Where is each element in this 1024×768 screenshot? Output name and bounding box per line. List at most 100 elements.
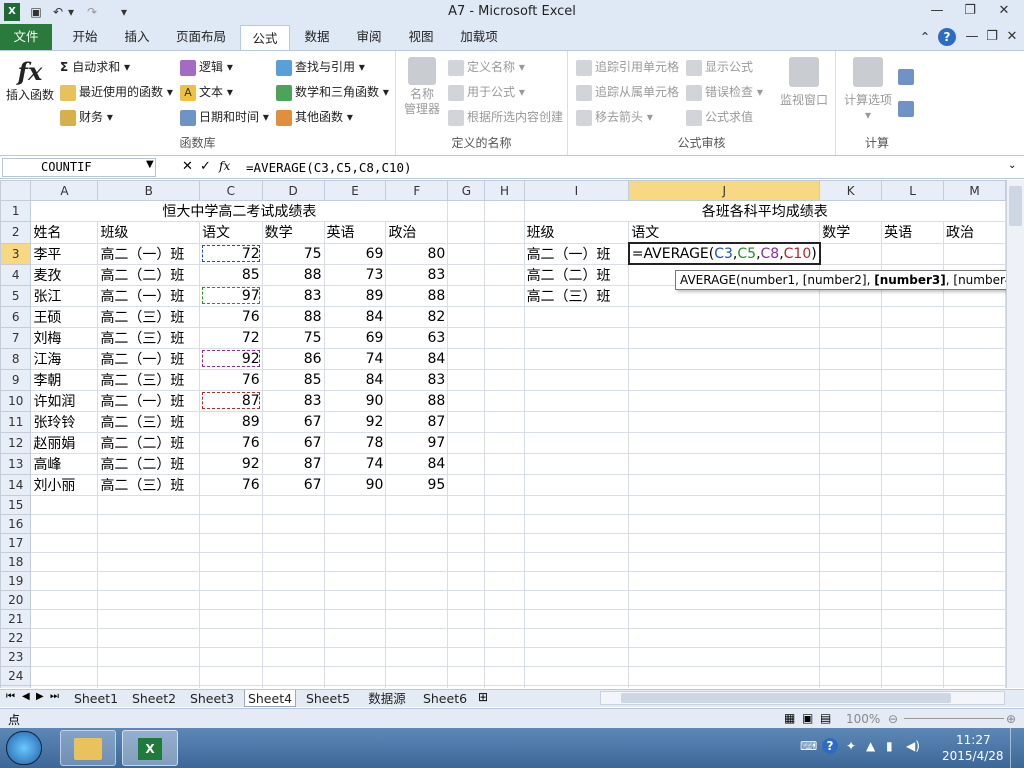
cell-l8[interactable]	[881, 347, 944, 370]
column-header-h[interactable]: H	[484, 180, 525, 201]
cell-f17[interactable]	[385, 532, 449, 553]
row-header-6[interactable]: 6	[0, 305, 32, 328]
score-cell[interactable]: 69	[323, 326, 387, 349]
cell-g4[interactable]	[447, 263, 486, 286]
cell-k23[interactable]	[819, 646, 883, 667]
cell-b25[interactable]	[97, 684, 201, 688]
cell-m6[interactable]	[943, 305, 1006, 328]
cell-m24[interactable]	[943, 665, 1006, 686]
sheet-tab-6[interactable]: 数据源	[360, 690, 414, 707]
score-cell[interactable]: 97	[199, 284, 263, 307]
cell-f24[interactable]	[385, 665, 449, 686]
cell-h1[interactable]	[484, 200, 525, 222]
cell-g10[interactable]	[447, 389, 486, 412]
tab-insert[interactable]: 插入	[114, 24, 160, 50]
student-name[interactable]: 张玲铃	[30, 410, 99, 433]
cell-c21[interactable]	[199, 608, 263, 629]
cell-l21[interactable]	[881, 608, 944, 629]
cell-g8[interactable]	[447, 347, 486, 370]
cell-h15[interactable]	[484, 494, 525, 515]
collapse-ribbon-icon[interactable]: ⌃	[918, 24, 932, 50]
vertical-scroll-thumb[interactable]	[1009, 186, 1022, 226]
cell-j17[interactable]	[628, 532, 821, 553]
cell-k14[interactable]	[819, 473, 883, 496]
cell-f15[interactable]	[385, 494, 449, 515]
cell-a15[interactable]	[30, 494, 99, 515]
score-cell[interactable]: 88	[385, 284, 449, 307]
student-class[interactable]: 高二（三）班	[97, 410, 201, 433]
score-cell[interactable]: 83	[385, 263, 449, 286]
excel-taskbar-button[interactable]: X	[122, 730, 178, 766]
cell-d21[interactable]	[261, 608, 325, 629]
insert-sheet-icon[interactable]: ⊞	[478, 690, 488, 704]
row-header-24[interactable]: 24	[0, 665, 32, 686]
insert-function-button[interactable]: fx 插入函数	[4, 57, 56, 103]
cell-m16[interactable]	[943, 513, 1006, 534]
score-cell[interactable]: 84	[323, 305, 387, 328]
cell-g13[interactable]	[447, 452, 486, 475]
student-class[interactable]: 高二（二）班	[97, 431, 201, 454]
cell-m13[interactable]	[943, 452, 1006, 475]
page-break-view-icon[interactable]: ▤	[820, 711, 831, 725]
cell-m20[interactable]	[943, 589, 1006, 610]
score-cell[interactable]: 76	[199, 431, 263, 454]
student-class[interactable]: 高二（一）班	[97, 347, 201, 370]
zoom-out-icon[interactable]: ⊖	[888, 712, 898, 726]
cell-c24[interactable]	[199, 665, 263, 686]
remove-arrows-button[interactable]: 移去箭头 ▾	[576, 106, 653, 128]
prev-sheet-icon[interactable]: ◀	[22, 691, 30, 702]
cell-b24[interactable]	[97, 665, 201, 686]
student-class[interactable]: 高二（三）班	[97, 305, 201, 328]
cell-k3[interactable]	[819, 242, 883, 265]
cell-m15[interactable]	[943, 494, 1006, 515]
cell-h2[interactable]	[484, 221, 525, 244]
cell-g21[interactable]	[447, 608, 486, 629]
cell-i15[interactable]	[523, 494, 630, 515]
score-cell[interactable]: 89	[323, 284, 387, 307]
score-cell[interactable]: 89	[199, 410, 263, 433]
cell-i23[interactable]	[523, 646, 630, 667]
cell-h10[interactable]	[484, 389, 525, 412]
score-cell[interactable]: 76	[199, 305, 263, 328]
cell-i19[interactable]	[523, 570, 630, 591]
cell-m9[interactable]	[943, 368, 1006, 391]
student-name[interactable]: 李平	[30, 242, 99, 265]
score-cell[interactable]: 88	[261, 263, 325, 286]
financial-button[interactable]: 财务 ▾	[60, 106, 113, 128]
cell-l17[interactable]	[881, 532, 944, 553]
row-header-20[interactable]: 20	[0, 589, 32, 610]
cell-j11[interactable]	[628, 410, 821, 433]
cell-j6[interactable]	[628, 305, 821, 328]
cell-h16[interactable]	[484, 513, 525, 534]
trace-precedents-button[interactable]: 追踪引用单元格	[576, 56, 679, 78]
minimize-button[interactable]: —	[925, 2, 949, 20]
score-cell[interactable]: 90	[323, 389, 387, 412]
score-cell[interactable]: 86	[261, 347, 325, 370]
cell-f18[interactable]	[385, 551, 449, 572]
watch-window-button[interactable]: 监视窗口	[776, 57, 832, 108]
more-functions-button[interactable]: 其他函数 ▾	[276, 106, 353, 128]
score-cell[interactable]: 92	[199, 347, 263, 370]
table-title-left[interactable]: 恒大中学高二考试成绩表	[30, 200, 449, 222]
cell-g23[interactable]	[447, 646, 486, 667]
score-cell[interactable]: 97	[385, 431, 449, 454]
cell-b15[interactable]	[97, 494, 201, 515]
row-header-23[interactable]: 23	[0, 646, 32, 667]
cell-l25[interactable]	[881, 684, 944, 688]
cell-l18[interactable]	[881, 551, 944, 572]
score-cell[interactable]: 92	[323, 410, 387, 433]
score-cell[interactable]: 83	[261, 284, 325, 307]
column-header-e[interactable]: E	[323, 180, 387, 201]
cell-a19[interactable]	[30, 570, 99, 591]
cell-b21[interactable]	[97, 608, 201, 629]
cell-f19[interactable]	[385, 570, 449, 591]
cell-h12[interactable]	[484, 431, 525, 454]
student-name[interactable]: 江海	[30, 347, 99, 370]
row-header-12[interactable]: 12	[0, 431, 32, 454]
cell-i12[interactable]	[523, 431, 630, 454]
cell-a24[interactable]	[30, 665, 99, 686]
cell-h25[interactable]	[484, 684, 525, 688]
cell-l7[interactable]	[881, 326, 944, 349]
cell-m11[interactable]	[943, 410, 1006, 433]
cell-b18[interactable]	[97, 551, 201, 572]
